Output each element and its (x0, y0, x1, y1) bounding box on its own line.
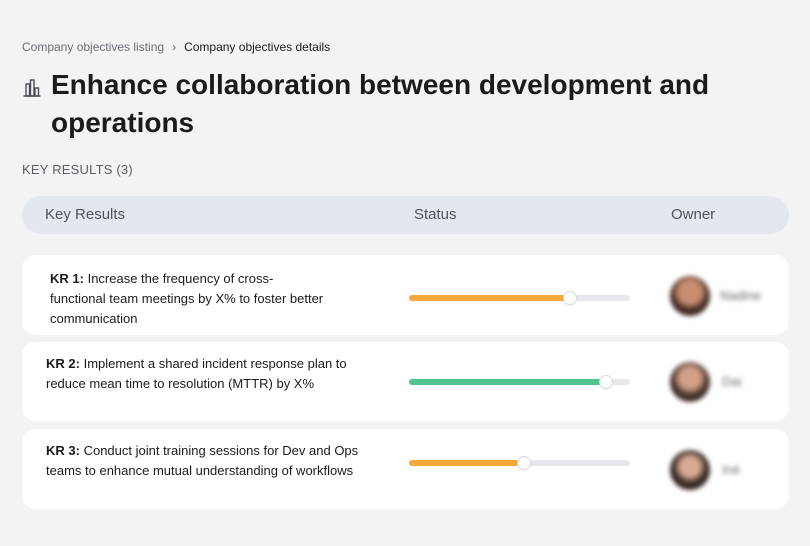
progress-fill (409, 295, 571, 301)
progress-fill (409, 460, 524, 466)
progress-bar (409, 457, 630, 469)
avatar (670, 450, 710, 490)
avatar (670, 276, 710, 316)
building-chart-icon (23, 79, 41, 97)
chevron-right-icon: › (172, 40, 177, 54)
key-result-row[interactable]: KR 3: Conduct joint training sessions fo… (22, 429, 789, 509)
key-result-description: Conduct joint training sessions for Dev … (46, 443, 359, 478)
breadcrumb: Company objectives listing › Company obj… (22, 40, 330, 54)
owner-name: Nadine (720, 288, 762, 303)
owner-name: Dai (722, 374, 742, 389)
owner-name: Inė (722, 462, 741, 477)
key-result-text: KR 3: Conduct joint training sessions fo… (46, 441, 366, 481)
key-result-description: Increase the frequency of cross-function… (50, 271, 324, 326)
key-result-text: KR 2: Implement a shared incident respon… (46, 354, 376, 394)
progress-bar (409, 376, 630, 388)
key-result-text: KR 1: Increase the frequency of cross-fu… (50, 269, 325, 329)
key-result-id: KR 3: (46, 443, 80, 458)
key-result-row[interactable]: KR 2: Implement a shared incident respon… (22, 342, 789, 421)
column-header-status: Status (414, 206, 457, 223)
key-result-id: KR 1: (50, 271, 84, 286)
progress-knob (599, 376, 612, 388)
page-title: Enhance collaboration between developmen… (51, 69, 710, 138)
avatar (670, 362, 710, 402)
breadcrumb-parent-link[interactable]: Company objectives listing (22, 40, 164, 54)
column-header-owner: Owner (671, 206, 716, 223)
page-header: Enhance collaboration between developmen… (22, 66, 722, 142)
key-result-row[interactable]: KR 1: Increase the frequency of cross-fu… (22, 255, 789, 335)
progress-bar (409, 292, 630, 304)
key-result-id: KR 2: (46, 356, 80, 371)
column-header-key-results: Key Results (45, 206, 126, 223)
breadcrumb-current: Company objectives details (184, 40, 331, 54)
progress-knob (517, 457, 530, 469)
key-result-description: Implement a shared incident response pla… (46, 356, 347, 391)
progress-fill (409, 379, 606, 385)
table-header: Key Results Status Owner (22, 196, 789, 234)
key-results-count: KEY RESULTS (3) (22, 162, 133, 177)
progress-knob (564, 292, 577, 304)
